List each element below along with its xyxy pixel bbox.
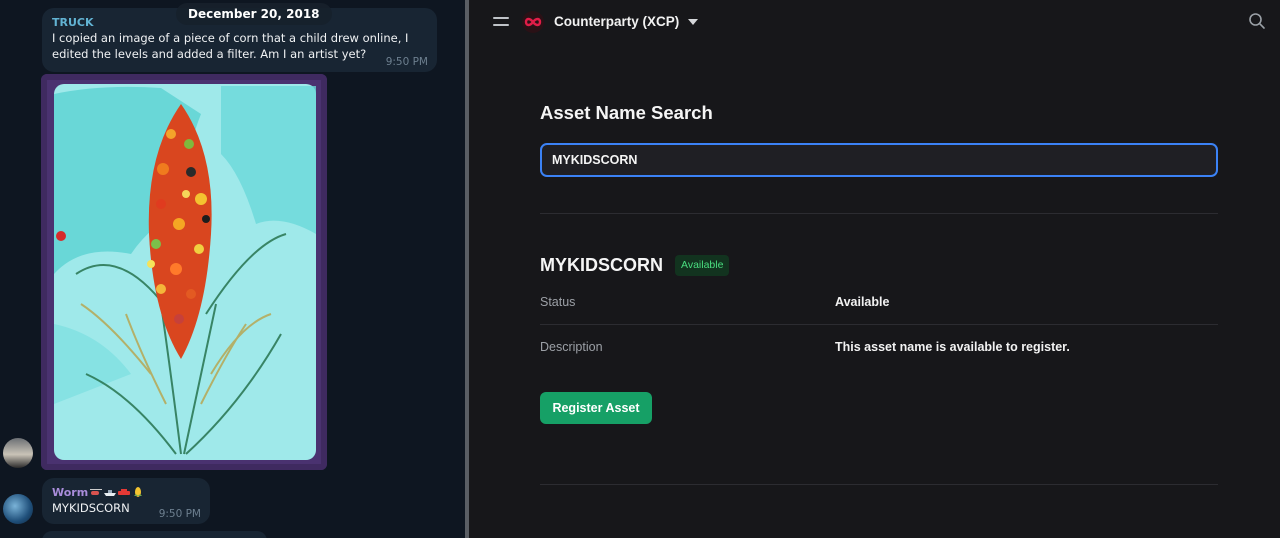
status-value: Available <box>835 295 890 309</box>
app-panel: Counterparty (XCP) Asset Name Search MYK… <box>469 0 1280 538</box>
date-separator: December 20, 2018 <box>176 3 332 25</box>
top-bar: Counterparty (XCP) <box>469 0 1280 44</box>
status-badge: Available <box>675 255 730 276</box>
register-asset-button[interactable]: Register Asset <box>540 392 652 424</box>
sender-name: Worm <box>52 486 89 499</box>
search-icon[interactable] <box>1248 12 1266 30</box>
message-text: I copied an image of a piece of corn tha… <box>52 31 409 61</box>
description-value: This asset name is available to register… <box>835 340 1070 354</box>
message-bubble-partial <box>42 531 267 538</box>
corn-drawing-image[interactable] <box>41 74 327 470</box>
status-label: Status <box>540 295 576 309</box>
asset-search-input[interactable] <box>540 143 1218 177</box>
ship-emoji <box>104 490 117 496</box>
message-time: 9:50 PM <box>385 56 428 68</box>
chevron-down-icon[interactable] <box>688 19 698 25</box>
asset-name-heading: MYKIDSCORN <box>540 255 664 275</box>
avatar[interactable] <box>3 438 33 468</box>
description-label: Description <box>540 340 603 354</box>
message-sender[interactable]: Worm <box>52 486 200 500</box>
divider <box>540 484 1218 485</box>
divider <box>540 213 1218 214</box>
divider <box>540 324 1218 325</box>
avatar[interactable] <box>3 494 33 524</box>
helicopter-emoji <box>90 489 103 495</box>
message-bubble[interactable]: Worm MYKIDSCORN 9:50 PM <box>42 478 210 524</box>
chat-panel: December 20, 2018 TRUCK I copied an imag… <box>0 0 465 538</box>
hamburger-icon[interactable] <box>493 15 509 27</box>
message-time: 9:50 PM <box>158 508 201 520</box>
corn-emoji <box>134 487 143 497</box>
page-title: Asset Name Search <box>540 102 713 123</box>
counterparty-logo-icon <box>522 11 544 33</box>
car-emoji <box>118 489 131 497</box>
network-title[interactable]: Counterparty (XCP) <box>554 13 679 31</box>
